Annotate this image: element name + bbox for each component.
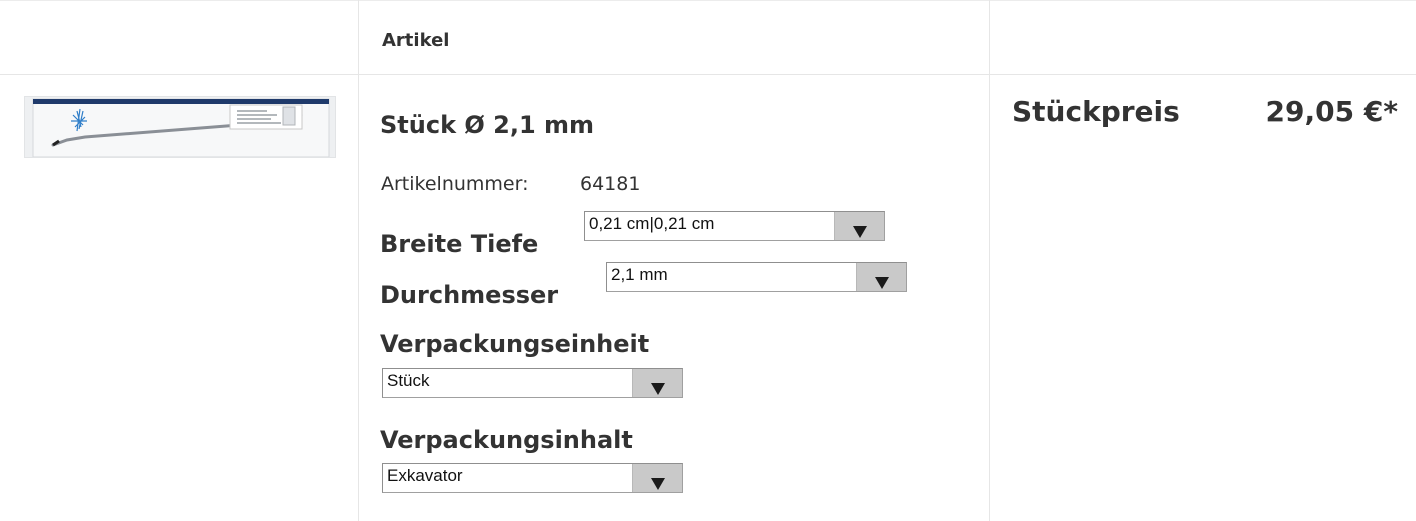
chevron-down-icon[interactable] [856, 263, 906, 291]
column-header-article: Artikel [382, 30, 450, 51]
product-image[interactable] [24, 96, 336, 158]
packaging-content-select-value: Exkavator [387, 466, 463, 485]
packaging-unit-select[interactable]: Stück [382, 368, 683, 398]
dental-instrument-image [25, 97, 335, 157]
chevron-down-icon[interactable] [632, 369, 682, 397]
column-divider [989, 0, 990, 521]
packaging-content-select[interactable]: Exkavator [382, 463, 683, 493]
product-title[interactable]: Stück Ø 2,1 mm [380, 111, 594, 139]
option-label-packaging-content: Verpackungsinhalt [380, 426, 633, 454]
option-label-width-depth: Breite Tiefe [380, 230, 539, 258]
sku-value: 64181 [580, 173, 641, 195]
option-label-packaging-unit: Verpackungseinheit [380, 330, 650, 358]
table-header [0, 0, 1416, 75]
sku-label: Artikelnummer: [381, 173, 529, 195]
width-depth-select[interactable]: 0,21 cm|0,21 cm [584, 211, 885, 241]
column-divider [358, 0, 359, 521]
option-label-diameter: Durchmesser [380, 281, 559, 309]
chevron-down-icon[interactable] [834, 212, 884, 240]
width-depth-select-value: 0,21 cm|0,21 cm [589, 214, 715, 233]
chevron-down-icon[interactable] [632, 464, 682, 492]
diameter-select[interactable]: 2,1 mm [606, 262, 907, 292]
cart-table: Artikel Stückpreis Stück Ø 2,1 mm Artike… [0, 0, 1416, 521]
diameter-select-value: 2,1 mm [611, 265, 668, 284]
unit-price: 29,05 €* [1265, 95, 1398, 128]
packaging-unit-select-value: Stück [387, 371, 430, 390]
